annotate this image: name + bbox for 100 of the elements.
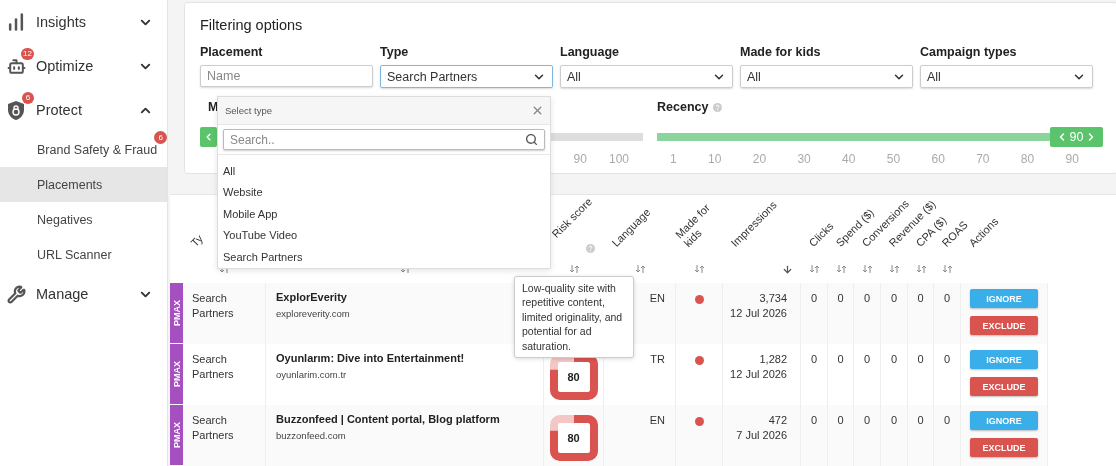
nav-subitem[interactable]: URL Scanner [0,237,167,272]
nav-item[interactable]: 6 Protect [0,88,167,132]
dropdown-option[interactable]: All [218,160,550,182]
exclude-button[interactable]: EXCLUDE [970,316,1038,335]
placement-name: ExplorEverity [276,291,347,303]
placement-domain: exploreverity.com [276,308,350,319]
search-field[interactable]: Search.. [223,129,545,150]
select-field[interactable]: All [740,65,913,88]
slider-handle[interactable] [200,127,217,147]
table-cell-text: 0 [917,291,924,306]
placement-domain: buzzonfeed.com [276,430,346,441]
table-cell: 7 Jul 2026 [736,428,787,444]
field-label: Type [380,45,410,59]
close-icon[interactable] [531,104,544,117]
select-field[interactable]: All [920,65,1093,88]
nav-item[interactable]: Manage [0,272,167,316]
select-field[interactable]: All [560,65,733,88]
nav-item[interactable]: 12 Optimize [0,44,167,88]
table-cell-text: 0 [917,352,924,367]
nav-subitem[interactable]: Brand Safety & Fraud 6 [0,132,167,167]
table-cell: 12 Jul 2026 [730,306,787,322]
table-cell-text: EN [649,413,665,428]
nav-label: Insights [36,14,87,30]
nav-label: Optimize [36,58,95,74]
dropdown-option[interactable]: Search Partners [218,246,550,268]
exclude-button[interactable]: EXCLUDE [970,377,1038,396]
select-field[interactable]: Search Partners [380,65,553,88]
table-cell-text: TR [650,352,665,367]
shield-lock-icon [8,100,24,120]
nav-item[interactable]: Insights [0,0,167,44]
tick-label: 90 [573,152,587,166]
count-badge: 6 [22,91,34,104]
table-cell-text: 0 [943,291,951,306]
table-cell-text: 0 [837,413,844,428]
search-icon [525,133,538,146]
tooltip: Low-quality site with repetitive content, limited originality, and potential for ad saturation. [514,276,634,359]
table-cell-text: 0 [863,413,871,428]
count-badge: 12 [21,47,34,60]
placement-name: Buzzonfeed | Content portal, Blog platform [276,413,500,425]
tick-label: 70 [976,152,990,166]
sort-icon[interactable] [635,265,645,273]
exclude-button[interactable]: EXCLUDE [970,438,1038,457]
sort-icon[interactable] [569,265,579,273]
sort-descending-icon[interactable] [782,263,793,275]
table-cell-text: 0 [943,413,951,428]
table-cell-text: EN [649,291,665,306]
table-cell-text: 0 [890,352,898,367]
table-cell-text: 0 [810,352,818,367]
table-cell-text: 3,734 [759,291,787,306]
wrench-icon [6,284,26,304]
input-field[interactable]: Name [200,65,373,87]
campaign-tag: PMAX [170,283,183,344]
field-label: Made for kids [740,45,822,59]
slider-label: Recency [657,100,709,114]
campaign-tag: PMAX [170,344,183,405]
field-label: Campaign types [920,45,1018,59]
campaign-tag: PMAX [170,405,183,466]
nav-subitem[interactable]: Placements [0,167,167,202]
tick-label: 20 [752,152,767,166]
dropdown-title: Select type [225,105,272,116]
table-cell-text: 1,282 [759,352,787,367]
field-label: Placement [200,45,264,59]
tick-label: 30 [797,152,811,166]
sort-icon[interactable] [890,265,899,273]
placement-domain: oyunlarim.com.tr [276,369,347,380]
tick-label: 80 [1020,152,1035,166]
nav-label: Protect [36,102,83,118]
panel-title: Filtering options [200,17,304,33]
count-badge: 6 [154,130,168,144]
tick-label: 90 [1065,152,1079,166]
sort-icon[interactable] [810,265,819,273]
table-cell-text: 0 [863,291,871,306]
robot-icon [6,56,26,76]
tick-label: 1 [670,152,677,166]
nav-subitem[interactable]: Negatives [0,202,167,237]
table-cell-text: 0 [890,291,898,306]
table-cell-text: 0 [837,291,844,306]
table-cell-text: Search Partners [192,291,235,322]
tick-label: 50 [886,152,901,166]
tick-label: 60 [931,152,945,166]
dropdown-option[interactable]: YouTube Video [218,224,550,246]
bar-chart-icon [6,12,26,32]
table-cell-text: Search Partners [192,352,235,383]
tick-label: 100 [608,152,629,166]
sort-icon[interactable] [836,265,846,273]
risk-score: 80 [567,432,580,444]
sort-icon[interactable] [695,265,704,273]
table-cell-text: 472 [768,413,787,428]
column-header: Ty [188,232,206,249]
sort-icon[interactable] [943,265,952,273]
table-cell-text: 0 [837,352,844,367]
tick-label: 40 [842,152,856,166]
tick-label: 10 [708,152,722,166]
table-cell-text: 0 [863,352,871,367]
sort-icon[interactable] [863,265,872,273]
sort-icon[interactable] [916,265,926,273]
placement-name: Oyunlarım: Dive into Entertainment! [276,352,465,364]
slider-value: 90 [1069,130,1084,144]
dropdown-option[interactable]: Website [218,181,550,203]
dropdown-option[interactable]: Mobile App [218,203,550,225]
